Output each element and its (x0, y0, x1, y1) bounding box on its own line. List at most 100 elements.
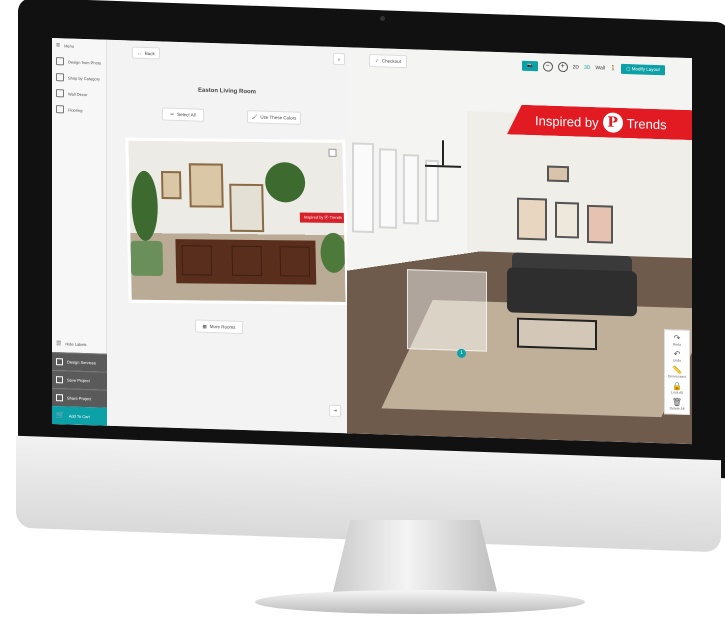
delete-all-button[interactable]: 🗑 Delete All (670, 397, 685, 410)
share-icon (56, 394, 63, 402)
shop-icon (56, 73, 64, 82)
select-icon: ✂ (170, 111, 175, 117)
hide-labels-label: Hide Labels (65, 341, 87, 348)
window (379, 148, 397, 229)
add-to-cart-button[interactable]: 🛒 Add To Cart (52, 406, 107, 426)
checkout-button[interactable]: ✓ Checkout (369, 53, 407, 69)
webcam (380, 16, 385, 21)
checkout-icon: ✓ (375, 57, 379, 63)
lock-all-button[interactable]: 🔒 Lock All (671, 381, 683, 394)
hide-labels-button[interactable]: ☰ Hide Labels (52, 335, 107, 354)
arrow-left-icon: ← (137, 50, 142, 56)
select-all-button[interactable]: ✂ Select All (162, 107, 204, 122)
wall-art (160, 171, 182, 200)
rooms-icon: ▦ (202, 323, 207, 329)
trash-icon: 🗑 (671, 397, 683, 407)
save-project-label: Save Project (67, 377, 90, 384)
banner-suffix: Trends (626, 115, 667, 132)
dimensions-button[interactable]: 📏 Dimensions (667, 365, 687, 379)
mode-wall-button[interactable]: Wall (595, 65, 605, 71)
plant (130, 170, 159, 241)
armchair (130, 240, 164, 277)
undo-label: Undo (672, 358, 682, 363)
sidebar-item-flooring[interactable]: Flooring (52, 101, 106, 119)
mode-2d-button[interactable]: 2D (573, 64, 579, 70)
collapse-panel-button[interactable]: ⇥ (329, 404, 341, 418)
close-icon: × (337, 56, 341, 62)
inspiration-photo[interactable]: Inspired by Ⓟ Trends (125, 137, 349, 306)
sidebar-item-design-from-photo[interactable]: Design from Photo (52, 53, 106, 71)
pinterest-icon: P (603, 112, 623, 133)
pendant-light-shade (425, 164, 461, 176)
pendant-light (442, 140, 444, 166)
wall-art (547, 165, 569, 183)
layout-icon: ▢ (626, 66, 631, 72)
frame-icon (56, 89, 64, 98)
lock-all-label: Lock All (670, 390, 684, 395)
wall-art (555, 201, 579, 239)
share-project-button[interactable]: Share Project (52, 388, 107, 408)
use-colors-button[interactable]: 🖌 Use These Colors (247, 110, 301, 125)
plant (264, 162, 306, 203)
photo-tag-trends: Trends (329, 214, 342, 220)
checkout-label: Checkout (381, 58, 401, 64)
window (352, 142, 374, 234)
design-services-button[interactable]: Design Services (52, 352, 107, 372)
banner-prefix: Inspired by (535, 112, 599, 130)
redo-button[interactable]: ↷ Redo (673, 334, 681, 347)
zoom-in-icon[interactable]: + (557, 61, 568, 73)
share-project-label: Share Project (67, 395, 92, 402)
close-panel-button[interactable]: × (333, 52, 345, 66)
plant (320, 232, 348, 273)
window (403, 154, 419, 225)
menu-label: Menu (64, 43, 75, 49)
room-panel: ← Back × Easton Living Room ✂ Select All… (107, 39, 349, 434)
undo-button[interactable]: ↶ Undo (673, 350, 681, 363)
wall-art (229, 183, 265, 233)
room-3d-view[interactable]: 1 Inspired by P Trends ✓ Checkout 📷 − + … (347, 47, 692, 445)
sidebar-item-label: Flooring (68, 107, 83, 113)
redo-icon: ↷ (673, 333, 681, 343)
dimensions-label: Dimensions (667, 374, 687, 379)
save-project-button[interactable]: Save Project (52, 370, 107, 390)
monitor-stand-foot (255, 590, 585, 614)
sidebar-actions: ☰ Hide Labels Design Services Save Proje… (52, 335, 107, 426)
designer-icon (56, 358, 63, 366)
more-rooms-button[interactable]: ▦ More Rooms (195, 319, 243, 335)
hotspot-marker[interactable]: 1 (457, 348, 466, 359)
zoom-out-icon[interactable]: − (542, 61, 553, 72)
select-all-label: Select All (177, 111, 196, 118)
pinterest-icon: Ⓟ (324, 214, 329, 220)
undo-icon: ↶ (673, 349, 681, 359)
sidebar-item-label: Shop by Category (68, 75, 101, 82)
modify-layout-button[interactable]: ▢ Modify Layout (621, 63, 665, 76)
wall-art (188, 163, 224, 208)
photo-tag: Inspired by Ⓟ Trends (299, 212, 346, 223)
delete-all-label: Delete All (669, 406, 685, 411)
back-button[interactable]: ← Back (132, 46, 160, 60)
coffee-table[interactable] (517, 317, 597, 351)
hotspot-number: 1 (460, 349, 463, 356)
expand-icon[interactable] (328, 148, 337, 157)
sidebar-item-label: Wall Decor (68, 91, 88, 97)
camera-button[interactable]: 📷 (522, 60, 538, 72)
more-rooms-label: More Rooms (209, 323, 236, 330)
right-toolbar: ↷ Redo ↶ Undo 📏 Dimensions 🔒 Lock All 🗑 Delet… (664, 329, 690, 416)
sidebar-item-wall-decor[interactable]: Wall Decor (52, 85, 106, 103)
save-icon (56, 376, 63, 384)
lock-icon: 🔒 (672, 381, 682, 391)
sideboard (175, 239, 317, 285)
sofa[interactable] (507, 267, 637, 317)
add-to-cart-label: Add To Cart (68, 413, 90, 419)
sidebar-item-shop-by-category[interactable]: Shop by Category (52, 69, 106, 87)
mode-3d-button[interactable]: 3D (584, 65, 590, 71)
back-label: Back (144, 50, 155, 56)
view-toolbar: 📷 − + 2D 3D Wall 🚶 ▢ Modify Layout (522, 59, 665, 77)
collapse-icon: ⇥ (333, 407, 337, 413)
selection-box[interactable] (407, 269, 487, 352)
walk-icon[interactable]: 🚶 (610, 66, 616, 72)
redo-label: Redo (672, 342, 682, 347)
use-colors-label: Use These Colors (260, 114, 297, 121)
photo-tag-label: Inspired by (303, 214, 324, 220)
menu-button[interactable]: ≡ Menu (52, 38, 106, 55)
